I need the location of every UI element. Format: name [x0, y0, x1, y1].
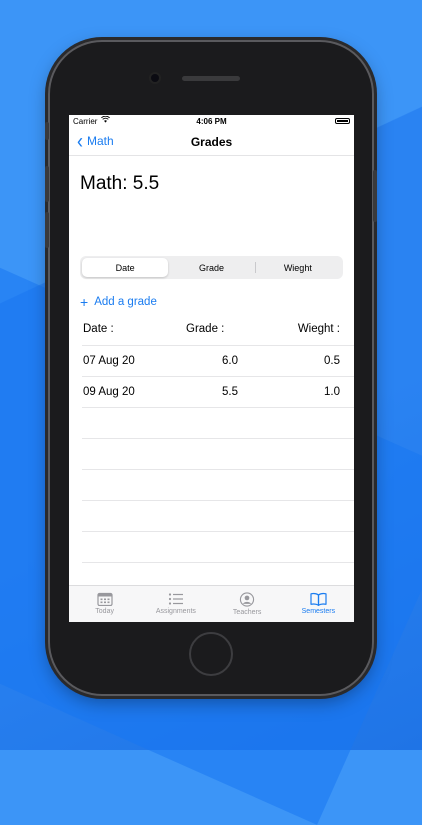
header-date: Date : — [83, 323, 114, 335]
tab-bar: Today Assignments Teachers Semesters — [69, 585, 354, 622]
header-grade: Grade : — [186, 323, 225, 335]
grades-table: Date : Grade : Wieght : 07 Aug 20 6.0 0.… — [82, 315, 354, 622]
empty-row — [82, 439, 354, 470]
cell-weight: 0.5 — [324, 355, 340, 367]
navigation-bar: ‹ Math Grades — [69, 127, 354, 156]
tab-today[interactable]: Today — [69, 586, 140, 622]
segment-grade[interactable]: Grade — [168, 258, 254, 277]
header-weight: Wieght : — [297, 323, 340, 335]
phone-frame: Carrier 4:06 PM ‹ Math Grades Math: 5.5 … — [45, 40, 377, 696]
tab-label: Semesters — [301, 608, 336, 615]
cell-grade: 6.0 — [222, 355, 238, 367]
add-grade-button[interactable]: + Add a grade — [80, 294, 157, 310]
sort-segmented-control: Date Grade Wieght — [80, 256, 343, 279]
empty-row — [82, 408, 354, 439]
table-row[interactable]: 07 Aug 20 6.0 0.5 — [82, 346, 354, 377]
home-button[interactable] — [189, 632, 233, 676]
cell-weight: 1.0 — [324, 386, 340, 398]
segment-date[interactable]: Date — [82, 258, 169, 277]
calendar-icon — [97, 592, 113, 606]
volume-up-button — [45, 166, 49, 202]
earpiece-speaker — [182, 76, 240, 81]
list-icon — [168, 592, 184, 606]
person-icon — [239, 592, 255, 607]
subject-average-heading: Math: 5.5 — [80, 173, 160, 194]
volume-down-button — [45, 212, 49, 248]
tab-teachers[interactable]: Teachers — [212, 586, 283, 622]
tab-label: Teachers — [232, 609, 262, 616]
add-grade-label: Add a grade — [94, 296, 157, 308]
empty-row — [82, 470, 354, 501]
tab-semesters[interactable]: Semesters — [283, 586, 354, 622]
front-camera — [151, 74, 159, 82]
cell-date: 07 Aug 20 — [83, 355, 135, 367]
book-icon — [310, 592, 327, 606]
empty-row — [82, 532, 354, 563]
plus-icon: + — [80, 294, 89, 310]
tab-label: Today — [95, 608, 114, 615]
table-row[interactable]: 09 Aug 20 5.5 1.0 — [82, 377, 354, 408]
status-time: 4:06 PM — [196, 117, 227, 126]
table-header-row: Date : Grade : Wieght : — [82, 315, 354, 346]
segment-weight[interactable]: Wieght — [254, 258, 341, 277]
cell-date: 09 Aug 20 — [83, 386, 135, 398]
mute-switch — [45, 122, 49, 140]
cell-grade: 5.5 — [222, 386, 238, 398]
status-bar: Carrier 4:06 PM — [69, 115, 354, 127]
power-button — [373, 170, 377, 222]
page-title: Grades — [190, 135, 233, 149]
tab-label: Assignments — [155, 608, 196, 615]
tab-assignments[interactable]: Assignments — [140, 586, 211, 622]
empty-row — [82, 501, 354, 532]
battery-icon — [335, 118, 350, 124]
app-screen: Carrier 4:06 PM ‹ Math Grades Math: 5.5 … — [69, 115, 354, 622]
